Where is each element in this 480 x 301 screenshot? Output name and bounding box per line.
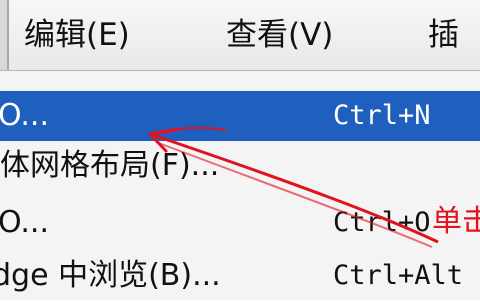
dropdown-menu: O... Ctrl+N 体网格布局(F)... O... Ctrl+O dge … <box>0 71 480 300</box>
menu-item-new[interactable]: O... Ctrl+N <box>0 91 480 141</box>
menu-item-label: O... <box>0 98 50 133</box>
menu-item-label: O... <box>0 205 50 240</box>
menu-item-browse-in-edge[interactable]: dge 中浏览(B)... Ctrl+Alt <box>0 251 480 301</box>
menubar-left-edge <box>0 0 9 70</box>
menu-item-open[interactable]: O... Ctrl+O <box>0 198 480 248</box>
menu-item-grid-layout[interactable]: 体网格布局(F)... <box>0 141 480 191</box>
menu-edit[interactable]: 编辑(E) <box>24 13 130 57</box>
menu-bar: 编辑(E) 查看(V) 插 <box>0 0 480 71</box>
menu-item-label: dge 中浏览(B)... <box>0 258 221 293</box>
menu-item-label: 体网格布局(F)... <box>0 148 220 183</box>
menu-insert[interactable]: 插 <box>428 13 459 57</box>
menu-item-shortcut: Ctrl+Alt <box>333 260 464 291</box>
menu-item-shortcut: Ctrl+N <box>333 100 431 131</box>
menu-view[interactable]: 查看(V) <box>226 13 333 57</box>
annotation-label: 单击 <box>432 204 480 239</box>
menu-item-shortcut: Ctrl+O <box>333 207 431 238</box>
